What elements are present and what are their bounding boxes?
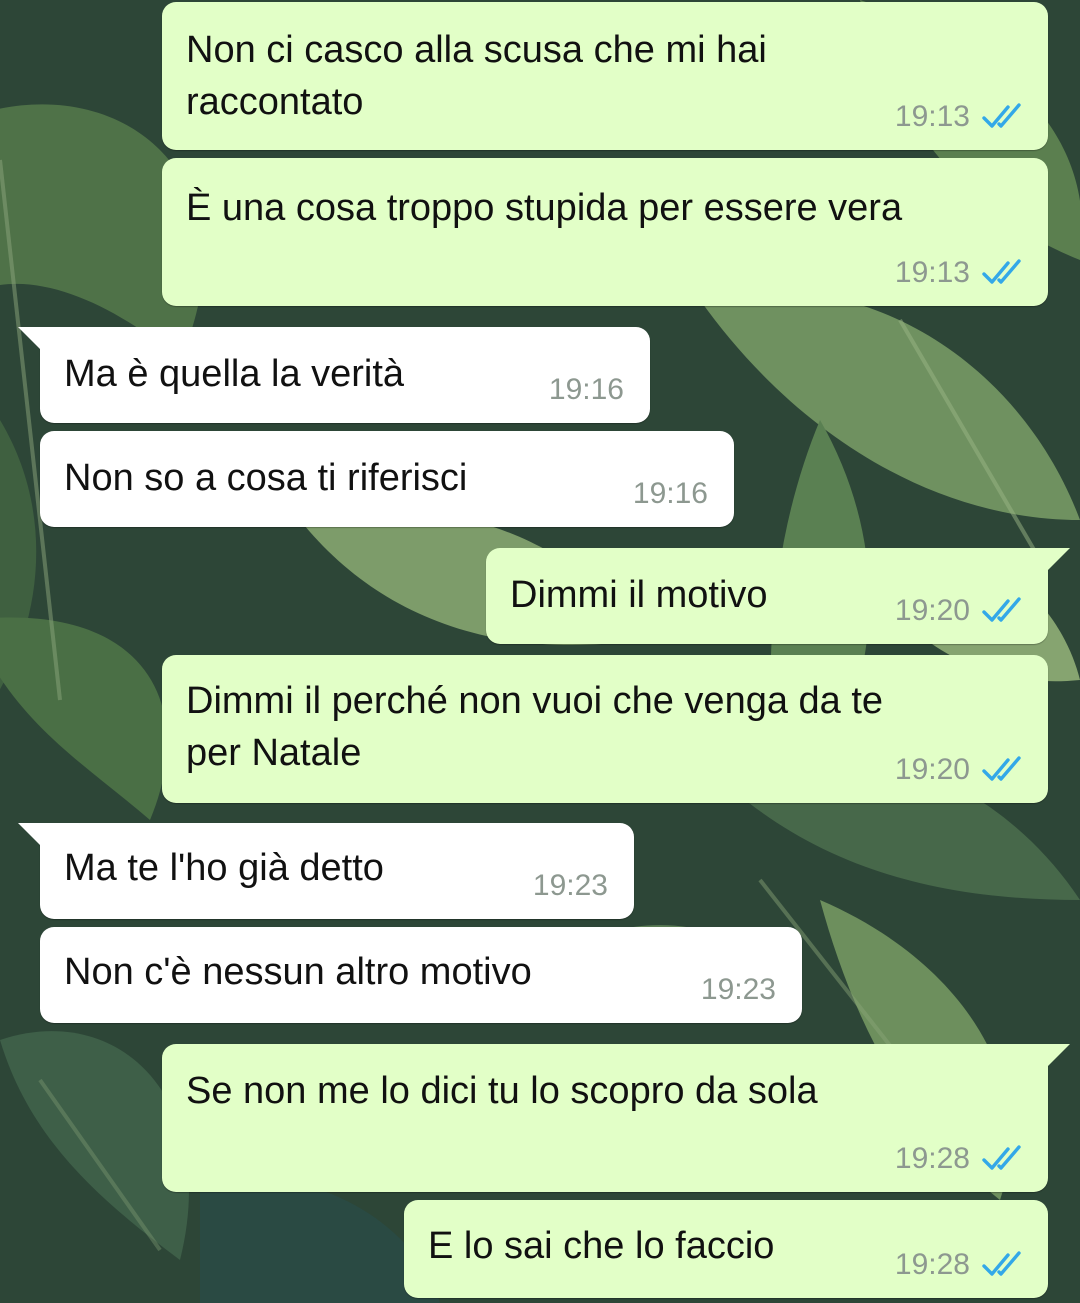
- message-text: Ma te l'ho già detto: [64, 842, 384, 894]
- message-timestamp: 19:28: [894, 1142, 970, 1175]
- message-meta: 19:28: [895, 1248, 1022, 1282]
- message-timestamp: 19:23: [532, 869, 608, 902]
- incoming-message-bubble[interactable]: Non so a cosa ti riferisci 19:16: [40, 431, 734, 527]
- message-timestamp: 19:28: [894, 1248, 970, 1281]
- message-text: È una cosa troppo stupida per essere ver…: [186, 182, 902, 234]
- message-text: E lo sai che lo faccio: [428, 1220, 774, 1272]
- outgoing-message-bubble[interactable]: Dimmi il motivo 19:20: [486, 548, 1070, 644]
- outgoing-message-bubble[interactable]: È una cosa troppo stupida per essere ver…: [162, 158, 1048, 306]
- message-timestamp: 19:16: [548, 373, 624, 406]
- message-timestamp: 19:23: [700, 973, 776, 1006]
- double-check-read-icon: [982, 756, 1021, 781]
- message-timestamp: 19:13: [894, 256, 970, 289]
- message-meta: 19:20: [895, 594, 1022, 628]
- message-timestamp: 19:20: [894, 594, 970, 627]
- outgoing-message-bubble[interactable]: Se non me lo dici tu lo scopro da sola 19…: [162, 1044, 1070, 1192]
- message-text-line: Dimmi il perché non vuoi che venga da te: [186, 680, 884, 722]
- double-check-read-icon: [982, 1145, 1021, 1170]
- message-meta: 19:16: [549, 373, 624, 407]
- message-meta: 19:13: [895, 100, 1022, 134]
- message-text-line: per Natale: [186, 732, 362, 774]
- message-text: Dimmi il perché non vuoi che venga da te…: [186, 675, 883, 779]
- chat-message-list[interactable]: Non ci casco alla scusa che mi hai raccon…: [0, 0, 1080, 1303]
- message-meta: 19:23: [533, 869, 608, 903]
- message-text-line: Non so a cosa ti riferisci: [64, 457, 468, 499]
- message-text: Ma è quella la verità: [64, 348, 404, 400]
- message-text: Se non me lo dici tu lo scopro da sola: [186, 1065, 818, 1117]
- incoming-message-bubble[interactable]: Ma te l'ho già detto 19:23: [18, 823, 634, 919]
- message-text-line: Se non me lo dici tu lo scopro da sola: [186, 1070, 818, 1112]
- message-meta: 19:23: [701, 973, 776, 1007]
- double-check-read-icon: [982, 259, 1021, 284]
- message-text-line: Ma è quella la verità: [64, 353, 405, 395]
- message-text-line: Dimmi il motivo: [510, 574, 768, 616]
- message-meta: 19:16: [633, 477, 708, 511]
- incoming-message-bubble[interactable]: Non c'è nessun altro motivo 19:23: [40, 927, 802, 1023]
- message-text-line: Non ci casco alla scusa che mi hai: [186, 29, 767, 71]
- message-timestamp: 19:20: [894, 753, 970, 786]
- message-text-line: E lo sai che lo faccio: [428, 1225, 775, 1267]
- message-text-line: Ma te l'ho già detto: [64, 847, 384, 889]
- outgoing-message-bubble[interactable]: E lo sai che lo faccio 19:28: [404, 1200, 1048, 1298]
- message-timestamp: 19:16: [632, 477, 708, 510]
- outgoing-message-bubble[interactable]: Non ci casco alla scusa che mi hai raccon…: [162, 2, 1048, 150]
- message-meta: 19:28: [895, 1142, 1022, 1176]
- message-timestamp: 19:13: [894, 100, 970, 133]
- message-text: Dimmi il motivo: [510, 569, 768, 621]
- message-text-line: È una cosa troppo stupida per essere ver…: [186, 187, 903, 229]
- double-check-read-icon: [982, 1251, 1021, 1276]
- message-meta: 19:20: [895, 753, 1022, 787]
- double-check-read-icon: [982, 103, 1021, 128]
- message-text: Non so a cosa ti riferisci: [64, 452, 467, 504]
- message-meta: 19:13: [895, 256, 1022, 290]
- incoming-message-bubble[interactable]: Ma è quella la verità 19:16: [18, 327, 650, 423]
- message-text: Non c'è nessun altro motivo: [64, 946, 532, 998]
- message-text-line: Non c'è nessun altro motivo: [64, 951, 532, 993]
- outgoing-message-bubble[interactable]: Dimmi il perché non vuoi che venga da te…: [162, 655, 1048, 803]
- double-check-read-icon: [982, 597, 1021, 622]
- message-text-line: raccontato: [186, 81, 364, 123]
- message-text: Non ci casco alla scusa che mi hai raccon…: [186, 24, 767, 128]
